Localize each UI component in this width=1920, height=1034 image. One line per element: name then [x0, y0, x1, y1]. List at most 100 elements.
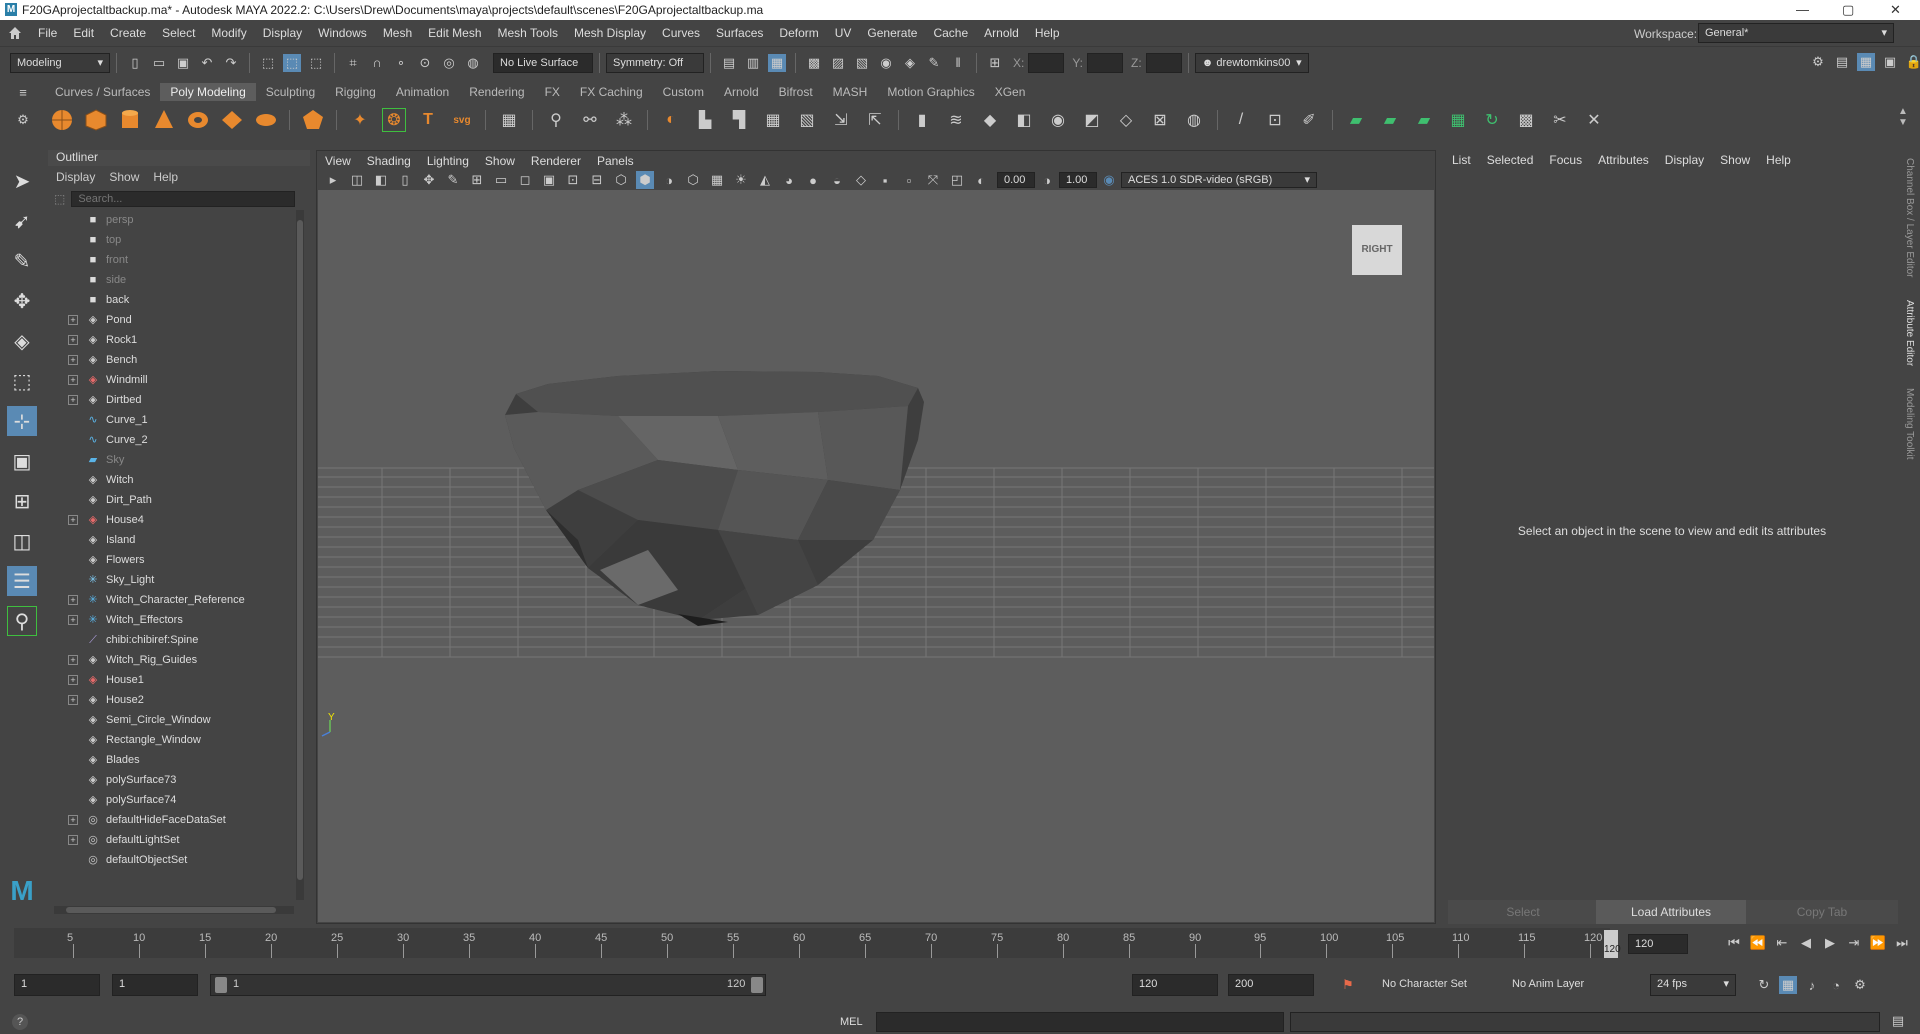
arnold-render-icon[interactable]: ✎: [925, 54, 943, 72]
exposure-icon[interactable]: ◐: [972, 171, 990, 189]
outliner-item-sky-light[interactable]: ✳ Sky_Light: [48, 570, 294, 590]
expand-icon[interactable]: +: [68, 695, 78, 705]
fps-select[interactable]: 24 fps ▾: [1650, 974, 1736, 996]
collapse-icon[interactable]: ◉: [1046, 108, 1070, 132]
range-start-handle[interactable]: [215, 977, 227, 993]
copy-tab-button[interactable]: Copy Tab: [1746, 900, 1898, 924]
expand-icon[interactable]: +: [68, 655, 78, 665]
tab-channel-box[interactable]: Channel Box / Layer Editor: [1904, 158, 1915, 278]
xray-joints-icon[interactable]: ⤧: [924, 171, 942, 189]
home-icon[interactable]: [8, 26, 22, 40]
outliner-menu-help[interactable]: Help: [153, 170, 178, 184]
snap-curve-icon[interactable]: ∩: [368, 54, 386, 72]
outliner-item-top[interactable]: ■ top: [48, 230, 294, 250]
sound-icon[interactable]: ♪: [1803, 976, 1821, 994]
tab-attribute-editor[interactable]: Attribute Editor: [1904, 300, 1915, 366]
menu-generate[interactable]: Generate: [867, 26, 917, 40]
user-account-button[interactable]: ☻ drewtomkins00 ▾: [1194, 52, 1309, 73]
extrude-icon[interactable]: ▦: [761, 108, 785, 132]
xray-icon[interactable]: ▫: [900, 171, 918, 189]
menu-help[interactable]: Help: [1035, 26, 1060, 40]
expand-icon[interactable]: +: [68, 615, 78, 625]
safe-action-icon[interactable]: ⊟: [588, 171, 606, 189]
3d-viewport[interactable]: Y: [318, 190, 1434, 922]
outliner-item-chibi-chibiref-spine[interactable]: ⟋ chibi:chibiref:Spine: [48, 630, 294, 650]
tool-settings-icon[interactable]: ▣: [1881, 53, 1899, 71]
rotate-tool-icon[interactable]: ◈: [7, 326, 37, 356]
menu-file[interactable]: File: [38, 26, 57, 40]
menu-cache[interactable]: Cache: [933, 26, 968, 40]
expand-icon[interactable]: +: [68, 675, 78, 685]
outliner-item-curve-1[interactable]: ∿ Curve_1: [48, 410, 294, 430]
x-field[interactable]: [1028, 52, 1065, 73]
uv-unfold-icon[interactable]: ↻: [1480, 108, 1504, 132]
expand-icon[interactable]: +: [68, 815, 78, 825]
two-view-layout-icon[interactable]: ◫: [7, 526, 37, 556]
hypershade-icon[interactable]: ◈: [901, 54, 919, 72]
tab-modeling-toolkit[interactable]: Modeling Toolkit: [1904, 388, 1915, 460]
shelf-menu-icon[interactable]: ≡: [14, 83, 32, 101]
bridge-icon[interactable]: ▙: [693, 108, 717, 132]
play-forward-icon[interactable]: ▶: [1821, 934, 1839, 952]
outliner-item-house1[interactable]: + ◈ House1: [48, 670, 294, 690]
expand-icon[interactable]: +: [68, 395, 78, 405]
move-tool-icon[interactable]: ✥: [7, 286, 37, 316]
help-icon[interactable]: ?: [12, 1014, 28, 1030]
close-button[interactable]: ✕: [1890, 2, 1901, 18]
menu-mesh-tools[interactable]: Mesh Tools: [498, 26, 558, 40]
load-attributes-button[interactable]: Load Attributes: [1596, 900, 1746, 924]
step-back-key-icon[interactable]: ⏪: [1749, 934, 1767, 952]
pause-icon[interactable]: ‖: [949, 54, 967, 72]
snap-grid-icon[interactable]: ⌗: [344, 54, 362, 72]
mode-select[interactable]: Modeling ▾: [10, 52, 110, 73]
anti-alias-icon[interactable]: ◒: [828, 171, 846, 189]
connect-icon[interactable]: ◇: [1114, 108, 1138, 132]
attr-menu-list[interactable]: List: [1452, 153, 1471, 167]
open-scene-icon[interactable]: ▭: [150, 54, 168, 72]
shelf-tab-rigging[interactable]: Rigging: [325, 83, 386, 101]
expand-icon[interactable]: +: [68, 315, 78, 325]
outliner-item-rock1[interactable]: + ◈ Rock1: [48, 330, 294, 350]
outliner-item-polysurface74[interactable]: ◈ polySurface74: [48, 790, 294, 810]
svg-icon[interactable]: svg: [450, 108, 474, 132]
shelf-tab-fx-caching[interactable]: FX Caching: [570, 83, 653, 101]
menu-mesh[interactable]: Mesh: [383, 26, 412, 40]
viewcube[interactable]: RIGHT: [1352, 225, 1402, 275]
auto-key-icon[interactable]: ⚑: [1339, 976, 1357, 994]
menu-modify[interactable]: Modify: [211, 26, 246, 40]
scene-end-field[interactable]: 200: [1228, 974, 1314, 996]
shelf-tab-motion-graphics[interactable]: Motion Graphics: [877, 83, 984, 101]
channel-box-toggle-icon[interactable]: ▤: [1833, 53, 1851, 71]
outliner-item-defaultlightset[interactable]: + ◎ defaultLightSet: [48, 830, 294, 850]
outliner-item-front[interactable]: ■ front: [48, 250, 294, 270]
outliner-item-witch-character-reference[interactable]: + ✳ Witch_Character_Reference: [48, 590, 294, 610]
attr-menu-attributes[interactable]: Attributes: [1598, 153, 1649, 167]
grease-pencil-icon[interactable]: ✎: [444, 171, 462, 189]
combine-icon[interactable]: ⚲: [544, 108, 568, 132]
shelf-scroll-arrows-icon[interactable]: ▲ ▼: [1898, 106, 1908, 128]
outliner-item-witch-rig-guides[interactable]: + ◈ Witch_Rig_Guides: [48, 650, 294, 670]
select-tool-icon[interactable]: ➤: [7, 166, 37, 196]
mel-command-input[interactable]: [876, 1012, 1284, 1032]
wireframe-on-shaded-icon[interactable]: ⬡: [684, 171, 702, 189]
crease-icon[interactable]: ◍: [1182, 108, 1206, 132]
snap-view-icon[interactable]: ⊙: [416, 54, 434, 72]
shelf-tab-arnold[interactable]: Arnold: [714, 83, 769, 101]
scale-tool-icon[interactable]: ⬚: [7, 366, 37, 396]
attr-menu-show[interactable]: Show: [1720, 153, 1750, 167]
separate-icon[interactable]: ⚯: [578, 108, 602, 132]
uv-planar-icon[interactable]: ▰: [1344, 108, 1368, 132]
bookmark-icon[interactable]: ◧: [372, 171, 390, 189]
animation-prefs-icon[interactable]: ⚙: [1851, 976, 1869, 994]
menu-curves[interactable]: Curves: [662, 26, 700, 40]
step-back-frame-icon[interactable]: ⇤: [1773, 934, 1791, 952]
menu-surfaces[interactable]: Surfaces: [716, 26, 763, 40]
expand-icon[interactable]: +: [68, 335, 78, 345]
undo-icon[interactable]: ↶: [198, 54, 216, 72]
menu-deform[interactable]: Deform: [779, 26, 818, 40]
outliner-item-dirt-path[interactable]: ◈ Dirt_Path: [48, 490, 294, 510]
range-bar[interactable]: 1 120: [210, 974, 766, 996]
boolean-icon[interactable]: ◐: [659, 108, 683, 132]
mel-label[interactable]: MEL: [840, 1016, 863, 1028]
paint-select-tool-icon[interactable]: ✎: [7, 246, 37, 276]
